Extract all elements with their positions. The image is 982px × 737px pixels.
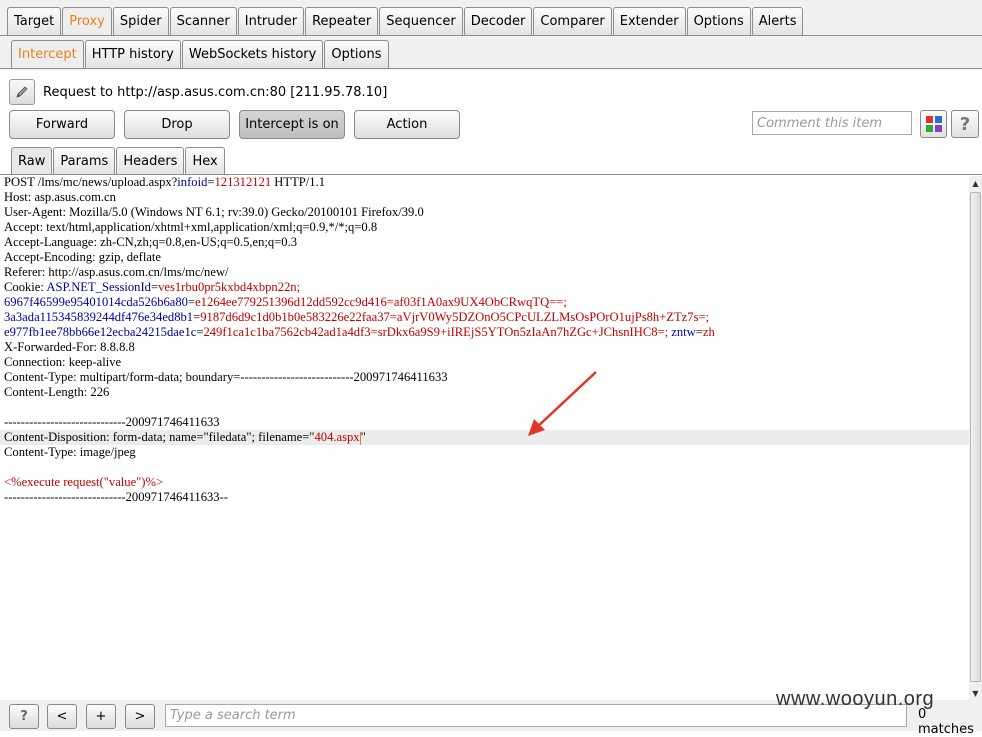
- header-line: Referer: http://asp.asus.com.cn/lms/mc/n…: [4, 265, 229, 279]
- tab-scanner[interactable]: Scanner: [169, 7, 237, 35]
- next-match-button[interactable]: >: [125, 704, 155, 729]
- boundary-line: -----------------------------20097174641…: [4, 490, 228, 504]
- cookie-line: 3a3ada115345839244df476e34ed8b1=9187d6d9…: [4, 310, 710, 324]
- header-line: X-Forwarded-For: 8.8.8.8: [4, 340, 135, 354]
- comment-input[interactable]: Comment this item: [752, 111, 912, 135]
- previous-match-button[interactable]: <: [47, 704, 77, 729]
- request-line: POST /lms/mc/news/upload.aspx?infoid=121…: [4, 175, 326, 189]
- intercept-toggle-button[interactable]: Intercept is on: [239, 110, 345, 139]
- tab-http-history[interactable]: HTTP history: [84, 40, 181, 68]
- action-button[interactable]: Action: [354, 110, 460, 139]
- header-line: Content-Length: 226: [4, 385, 110, 399]
- header-line: Content-Type: image/jpeg: [4, 445, 136, 459]
- main-tabs: Target Proxy Spider Scanner Intruder Rep…: [7, 7, 804, 35]
- tab-raw[interactable]: Raw: [11, 147, 53, 175]
- header-line: Connection: keep-alive: [4, 355, 122, 369]
- scroll-up-arrow-icon[interactable]: ▲: [969, 176, 982, 190]
- tab-repeater[interactable]: Repeater: [305, 7, 379, 35]
- tab-target[interactable]: Target: [7, 7, 62, 35]
- tab-websockets-history[interactable]: WebSockets history: [181, 40, 324, 68]
- header-line: Accept-Encoding: gzip, deflate: [4, 250, 162, 264]
- tab-intercept[interactable]: Intercept: [11, 40, 84, 68]
- vertical-scrollbar[interactable]: ▲ ▼: [969, 176, 982, 700]
- tab-options[interactable]: Options: [686, 7, 751, 35]
- payload-line: <%execute request("value")%>: [4, 475, 164, 489]
- forward-button[interactable]: Forward: [9, 110, 115, 139]
- divider: [0, 35, 982, 36]
- tab-spider[interactable]: Spider: [112, 7, 169, 35]
- header-line: User-Agent: Mozilla/5.0 (Windows NT 6.1;…: [4, 205, 424, 219]
- header-line: Accept: text/html,application/xhtml+xml,…: [4, 220, 378, 234]
- tab-proxy-options[interactable]: Options: [324, 40, 389, 68]
- cookie-line: 6967f46599e95401014cda526b6a80=e1264ee77…: [4, 295, 567, 309]
- boundary-line: -----------------------------20097174641…: [4, 415, 220, 429]
- watermark: www.wooyun.org: [776, 688, 935, 710]
- tab-extender[interactable]: Extender: [612, 7, 686, 35]
- header-line: Accept-Language: zh-CN,zh;q=0.8,en-US;q=…: [4, 235, 298, 249]
- cookie-line: Cookie: ASP.NET_SessionId=ves1rbu0pr5kxb…: [4, 280, 301, 294]
- filename-value: 404.aspx: [314, 430, 360, 444]
- scrollbar-thumb[interactable]: [970, 192, 981, 682]
- divider: [0, 68, 982, 69]
- tab-hex[interactable]: Hex: [185, 147, 225, 175]
- match-count: 0 matches: [918, 707, 974, 737]
- tab-headers[interactable]: Headers: [116, 147, 185, 175]
- pencil-icon: [16, 86, 28, 98]
- header-line: Content-Type: multipart/form-data; bound…: [4, 370, 448, 384]
- raw-request-editor[interactable]: POST /lms/mc/news/upload.aspx?infoid=121…: [0, 175, 969, 700]
- tab-proxy[interactable]: Proxy: [62, 7, 112, 35]
- proxy-tabs: Intercept HTTP history WebSockets histor…: [11, 40, 390, 68]
- request-target: Request to http://asp.asus.com.cn:80 [21…: [43, 84, 388, 100]
- cookie-line: e977fb1ee78bb66e12ecba24215dae1c=249f1ca…: [4, 325, 715, 339]
- content-disposition-line: Content-Disposition: form-data; name="fi…: [0, 430, 969, 445]
- tab-intruder[interactable]: Intruder: [237, 7, 305, 35]
- message-view-tabs: Raw Params Headers Hex: [11, 147, 226, 175]
- tab-params[interactable]: Params: [53, 147, 116, 175]
- tab-decoder[interactable]: Decoder: [463, 7, 533, 35]
- request-info-row: Request to http://asp.asus.com.cn:80 [21…: [9, 79, 387, 105]
- tab-sequencer[interactable]: Sequencer: [379, 7, 463, 35]
- highlight-color-button[interactable]: [920, 110, 947, 138]
- help-button[interactable]: ?: [951, 110, 979, 138]
- search-help-button[interactable]: ?: [9, 704, 39, 729]
- tab-alerts[interactable]: Alerts: [751, 7, 804, 35]
- drop-button[interactable]: Drop: [124, 110, 230, 139]
- edit-request-button[interactable]: [9, 79, 35, 105]
- scroll-down-arrow-icon[interactable]: ▼: [969, 686, 982, 700]
- color-grid-icon: [925, 116, 942, 132]
- header-line: Host: asp.asus.com.cn: [4, 190, 116, 204]
- tab-comparer[interactable]: Comparer: [533, 7, 612, 35]
- add-button[interactable]: +: [86, 704, 116, 729]
